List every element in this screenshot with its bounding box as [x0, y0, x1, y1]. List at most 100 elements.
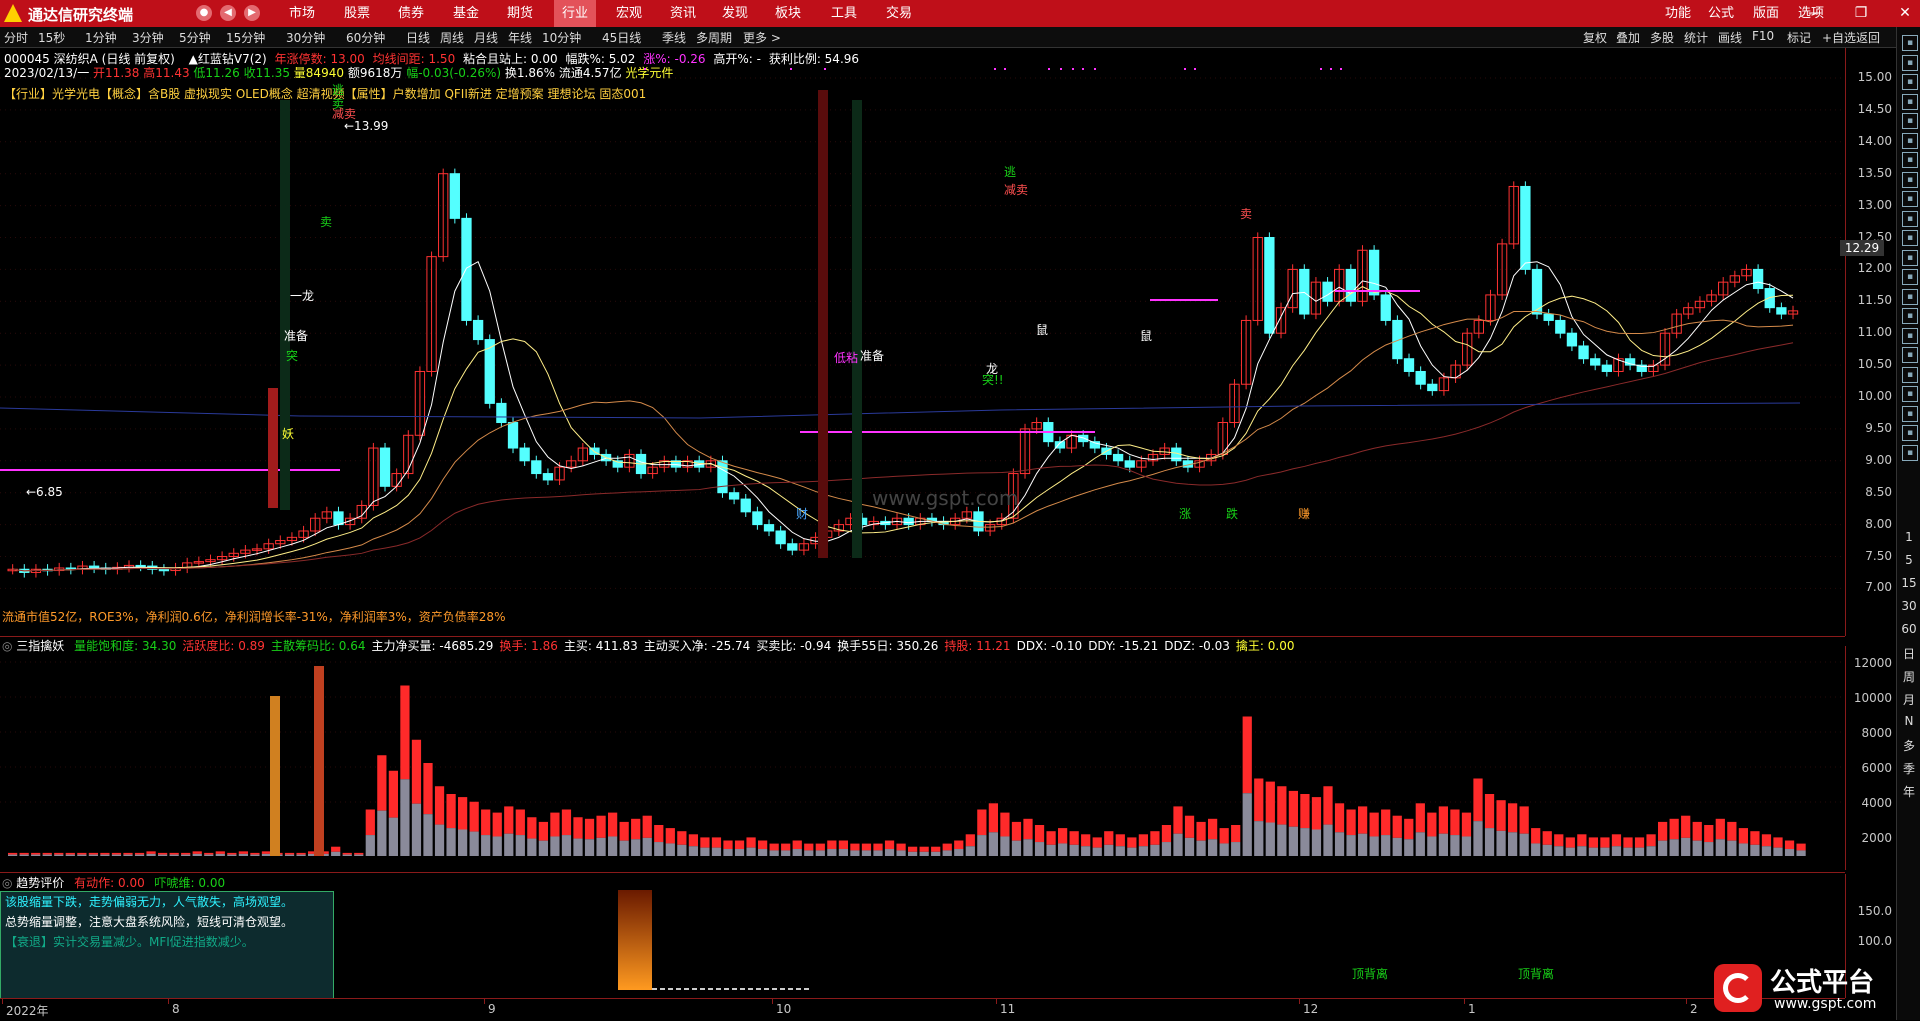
minimize-icon[interactable]: —	[1800, 0, 1830, 27]
brand-watermark: 公式平台 www.gspt.com	[1710, 960, 1920, 1020]
sidebar-tool-icon[interactable]: ▪	[1902, 191, 1918, 207]
sidebar-tool-icon[interactable]: ▪	[1902, 74, 1918, 90]
period-toolbar: 分时 15秒 1分钟 3分钟 5分钟 15分钟 30分钟 60分钟 日线 周线 月线 年线 10分钟 45…	[0, 27, 1896, 48]
period-0[interactable]: 分时	[4, 29, 28, 46]
period-7[interactable]: 60分钟	[346, 29, 385, 46]
tool-8[interactable]: 返回	[1856, 29, 1880, 46]
sidebar-period-4[interactable]: 60	[1897, 622, 1920, 636]
period-15[interactable]: 多周期	[696, 29, 732, 46]
sidebar-period-9[interactable]: 多	[1897, 737, 1920, 754]
period-12[interactable]: 10分钟	[542, 29, 581, 46]
tool-4[interactable]: 画线	[1718, 29, 1742, 46]
price-tick: 8.00	[1865, 516, 1892, 531]
tool-1[interactable]: 叠加	[1616, 29, 1640, 46]
price-tick: 12.00	[1857, 261, 1892, 276]
period-3[interactable]: 3分钟	[132, 29, 164, 46]
period-11[interactable]: 年线	[508, 29, 532, 46]
period-1[interactable]: 15秒	[38, 29, 65, 46]
annotation-label: 跌	[1226, 506, 1238, 521]
sidebar-period-1[interactable]: 5	[1897, 553, 1920, 567]
high-label: ←13.99	[344, 119, 388, 133]
menu-6[interactable]: 宏观	[608, 0, 650, 27]
period-14[interactable]: 季线	[662, 29, 686, 46]
volume-axis: 12000 10000 8000 6000 4000 2000	[1845, 646, 1896, 870]
annotation-label: 逃	[1004, 165, 1016, 179]
period-5[interactable]: 15分钟	[226, 29, 265, 46]
sidebar-tool-icon[interactable]: ▪	[1902, 444, 1918, 461]
sidebar-tool-icon[interactable]: ▪	[1902, 405, 1918, 422]
sidebar-tool-icon[interactable]: ▪	[1902, 210, 1918, 227]
trend-note-2: 总势缩量调整，注意大盘系统风险，短线可清仓观望。	[5, 915, 294, 929]
tool-3[interactable]: 统计	[1684, 29, 1708, 46]
sidebar-tool-icon[interactable]: ▪	[1902, 386, 1918, 402]
sidebar-tool-icon[interactable]: ▪	[1902, 425, 1918, 441]
trend-note-3: 【衰退】实计交易量减少。MFI促进指数减少。	[5, 935, 254, 949]
menu-11[interactable]: 交易	[878, 0, 920, 27]
vol-tick: 4000	[1861, 796, 1892, 810]
sidebar-tool-icon[interactable]: ▪	[1902, 288, 1918, 305]
menu-7[interactable]: 资讯	[662, 0, 704, 27]
sidebar-tool-icon[interactable]: ▪	[1902, 308, 1918, 324]
right-menu-2[interactable]: 版面	[1745, 0, 1787, 27]
menu-0[interactable]: 市场	[281, 0, 323, 27]
tool-0[interactable]: 复权	[1583, 29, 1607, 46]
price-tick: 10.50	[1857, 357, 1892, 372]
back-icon[interactable]: ◀	[220, 5, 236, 21]
tool-7[interactable]: +自选	[1822, 29, 1856, 46]
menu-2[interactable]: 债券	[390, 0, 432, 27]
sidebar-tool-icon[interactable]: ▪	[1902, 249, 1918, 266]
sidebar-tool-icon[interactable]: ▪	[1902, 113, 1918, 129]
sidebar-period-2[interactable]: 15	[1897, 576, 1920, 590]
menu-circle-icon[interactable]: ●	[196, 5, 212, 21]
tool-2[interactable]: 多股	[1650, 29, 1674, 46]
sidebar-period-3[interactable]: 30	[1897, 599, 1920, 613]
sidebar-tool-icon[interactable]: ▪	[1902, 35, 1918, 51]
sidebar-period-8[interactable]: N	[1897, 714, 1920, 728]
sidebar-period-10[interactable]: 季	[1897, 760, 1920, 777]
sidebar-period-6[interactable]: 周	[1897, 668, 1920, 685]
period-2[interactable]: 1分钟	[85, 29, 117, 46]
sidebar-period-11[interactable]: 年	[1897, 783, 1920, 800]
sidebar-tool-icon[interactable]: ▪	[1902, 93, 1918, 110]
sidebar-period-7[interactable]: 月	[1897, 691, 1920, 708]
period-6[interactable]: 30分钟	[286, 29, 325, 46]
right-menu-1[interactable]: 公式	[1700, 0, 1742, 27]
annotation-label: 鼠	[1140, 329, 1152, 343]
close-icon[interactable]: ✕	[1890, 0, 1920, 27]
divergence-label-2: 顶背离	[1518, 967, 1555, 981]
sidebar-period-5[interactable]: 日	[1897, 645, 1920, 662]
menu-5[interactable]: 行业	[554, 0, 597, 27]
menu-10[interactable]: 工具	[823, 0, 865, 27]
kline-chart[interactable]: 逃卖减卖一龙准备突妖低粘 准备逃减卖鼠龙突!!鼠卖卖财涨跌赚←13.99←6.85	[0, 48, 1845, 636]
period-16[interactable]: 更多 >	[743, 29, 781, 46]
restore-icon[interactable]: ❐	[1846, 0, 1876, 27]
period-10[interactable]: 月线	[474, 29, 498, 46]
annotation-label: 涨	[1179, 506, 1191, 521]
right-sidebar: ▪ ▪ ▪ ▪ ▪ ▪ ▪ ▪ ▪ ▪ ▪ ▪ ▪ ▪ ▪ ▪ ▪ ▪ ▪ ▪ ▪ ▪ 1 5 15 30 60 日周月 N 多季年	[1896, 27, 1920, 1020]
price-tick: 11.00	[1857, 325, 1892, 340]
menu-1[interactable]: 股票	[336, 0, 378, 27]
period-8[interactable]: 日线	[406, 29, 430, 46]
sidebar-tool-icon[interactable]: ▪	[1902, 269, 1918, 285]
sidebar-tool-icon[interactable]: ▪	[1902, 152, 1918, 168]
sidebar-tool-icon[interactable]: ▪	[1902, 132, 1918, 149]
sidebar-tool-icon[interactable]: ▪	[1902, 327, 1918, 344]
tool-6[interactable]: 标记	[1787, 29, 1811, 46]
tool-5[interactable]: F10	[1752, 29, 1774, 43]
sidebar-tool-icon[interactable]: ▪	[1902, 171, 1918, 188]
period-4[interactable]: 5分钟	[179, 29, 211, 46]
menu-4[interactable]: 期货	[499, 0, 541, 27]
sidebar-tool-icon[interactable]: ▪	[1902, 366, 1918, 383]
forward-icon[interactable]: ▶	[244, 5, 260, 21]
sidebar-tool-icon[interactable]: ▪	[1902, 347, 1918, 363]
volume-chart[interactable]	[0, 646, 1845, 870]
sidebar-tool-icon[interactable]: ▪	[1902, 230, 1918, 246]
sidebar-period-0[interactable]: 1	[1897, 530, 1920, 544]
menu-3[interactable]: 基金	[445, 0, 487, 27]
period-9[interactable]: 周线	[440, 29, 464, 46]
period-13[interactable]: 45日线	[602, 29, 641, 46]
menu-9[interactable]: 板块	[767, 0, 809, 27]
sidebar-tool-icon[interactable]: ▪	[1902, 54, 1918, 71]
menu-8[interactable]: 发现	[714, 0, 756, 27]
right-menu-0[interactable]: 功能	[1657, 0, 1699, 27]
